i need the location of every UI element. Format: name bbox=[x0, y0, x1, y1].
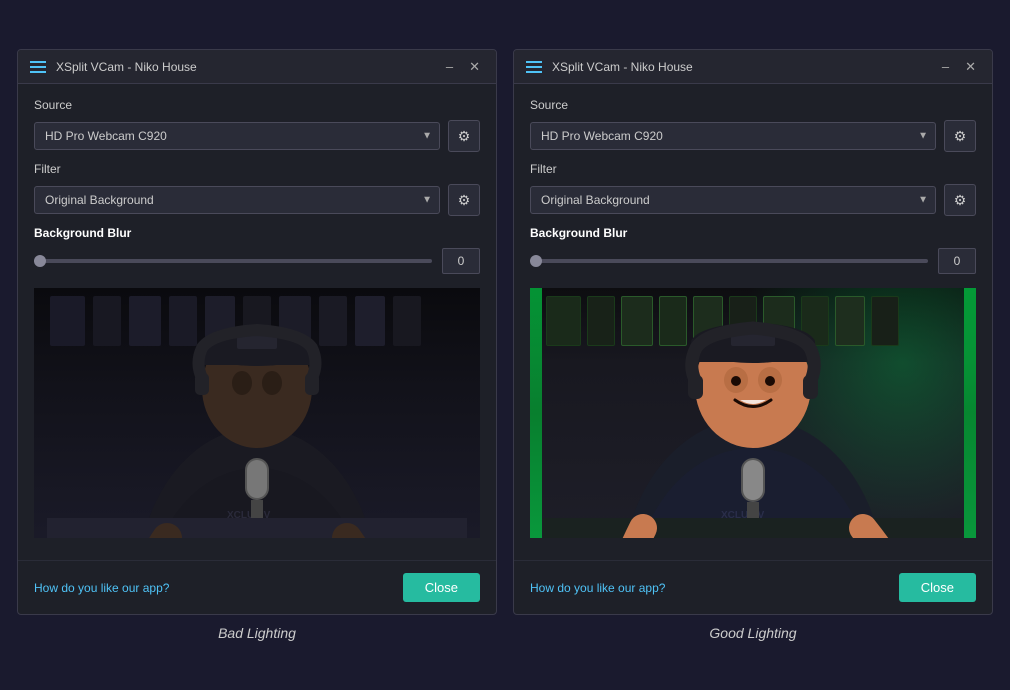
blur-row-right: 0 bbox=[530, 248, 976, 274]
window-title-left: XSplit VCam - Niko House bbox=[56, 60, 432, 74]
filter-select-wrapper-left: Original Background Background Blur Virt… bbox=[34, 186, 440, 214]
blur-row-left: 0 bbox=[34, 248, 480, 274]
filter-gear-button-right[interactable]: ⚙ bbox=[944, 184, 976, 216]
window-controls-left: – ✕ bbox=[442, 58, 484, 75]
panel-body-left: Source HD Pro Webcam C920 ▼ ⚙ Filter bbox=[18, 84, 496, 556]
source-gear-button-right[interactable]: ⚙ bbox=[944, 120, 976, 152]
title-bar-left: XSplit VCam - Niko House – ✕ bbox=[18, 50, 496, 84]
window-title-right: XSplit VCam - Niko House bbox=[552, 60, 928, 74]
source-section-left: Source HD Pro Webcam C920 ▼ ⚙ bbox=[34, 98, 480, 152]
close-window-button-right[interactable]: ✕ bbox=[961, 58, 980, 75]
caption-left-cell: Bad Lighting bbox=[17, 615, 497, 641]
source-label-left: Source bbox=[34, 98, 480, 112]
blur-label-left: Background Blur bbox=[34, 226, 480, 240]
caption-right-cell: Good Lighting bbox=[513, 615, 993, 641]
blur-section-right: Background Blur 0 bbox=[530, 226, 976, 274]
filter-label-left: Filter bbox=[34, 162, 480, 176]
filter-section-left: Filter Original Background Background Bl… bbox=[34, 162, 480, 216]
filter-row-right: Original Background Background Blur Virt… bbox=[530, 184, 976, 216]
right-panel: XSplit VCam - Niko House – ✕ Source HD P… bbox=[513, 49, 993, 615]
filter-gear-button-left[interactable]: ⚙ bbox=[448, 184, 480, 216]
source-select-right[interactable]: HD Pro Webcam C920 bbox=[530, 122, 936, 150]
captions-row: Bad Lighting Good Lighting bbox=[17, 615, 993, 641]
source-label-right: Source bbox=[530, 98, 976, 112]
person-bright: XCLUSIV EARLY bbox=[530, 288, 976, 538]
window-controls-right: – ✕ bbox=[938, 58, 980, 75]
source-section-right: Source HD Pro Webcam C920 ▼ ⚙ bbox=[530, 98, 976, 152]
scene-dark: XCLUSIV EARLY bbox=[34, 288, 480, 538]
blur-value-right: 0 bbox=[938, 248, 976, 274]
menu-icon-left[interactable] bbox=[30, 61, 46, 73]
filter-select-right[interactable]: Original Background Background Blur Virt… bbox=[530, 186, 936, 214]
close-button-right[interactable]: Close bbox=[899, 573, 976, 602]
source-row-left: HD Pro Webcam C920 ▼ ⚙ bbox=[34, 120, 480, 152]
caption-right: Good Lighting bbox=[513, 625, 993, 641]
video-area-left: XCLUSIV EARLY bbox=[34, 288, 480, 538]
blur-value-left: 0 bbox=[442, 248, 480, 274]
filter-section-right: Filter Original Background Background Bl… bbox=[530, 162, 976, 216]
person-dark: XCLUSIV EARLY bbox=[34, 288, 480, 538]
scene-bright: XCLUSIV EARLY bbox=[530, 288, 976, 538]
menu-icon-right[interactable] bbox=[526, 61, 542, 73]
minimize-button-right[interactable]: – bbox=[938, 58, 953, 75]
caption-left: Bad Lighting bbox=[17, 625, 497, 641]
filter-select-left[interactable]: Original Background Background Blur Virt… bbox=[34, 186, 440, 214]
source-select-wrapper-left: HD Pro Webcam C920 ▼ bbox=[34, 122, 440, 150]
panel-body-right: Source HD Pro Webcam C920 ▼ ⚙ Filter bbox=[514, 84, 992, 556]
blur-section-left: Background Blur 0 bbox=[34, 226, 480, 274]
blur-label-right: Background Blur bbox=[530, 226, 976, 240]
panel-footer-right: How do you like our app? Close bbox=[514, 560, 992, 614]
source-row-right: HD Pro Webcam C920 ▼ ⚙ bbox=[530, 120, 976, 152]
blur-slider-right[interactable] bbox=[530, 259, 928, 263]
panel-footer-left: How do you like our app? Close bbox=[18, 560, 496, 614]
panels-container: XSplit VCam - Niko House – ✕ Source HD P… bbox=[17, 49, 993, 615]
source-gear-button-left[interactable]: ⚙ bbox=[448, 120, 480, 152]
source-select-left[interactable]: HD Pro Webcam C920 bbox=[34, 122, 440, 150]
minimize-button-left[interactable]: – bbox=[442, 58, 457, 75]
feedback-link-right[interactable]: How do you like our app? bbox=[530, 581, 665, 595]
filter-select-wrapper-right: Original Background Background Blur Virt… bbox=[530, 186, 936, 214]
close-window-button-left[interactable]: ✕ bbox=[465, 58, 484, 75]
left-panel: XSplit VCam - Niko House – ✕ Source HD P… bbox=[17, 49, 497, 615]
source-select-wrapper-right: HD Pro Webcam C920 ▼ bbox=[530, 122, 936, 150]
video-area-right: XCLUSIV EARLY bbox=[530, 288, 976, 538]
feedback-link-left[interactable]: How do you like our app? bbox=[34, 581, 169, 595]
blur-slider-left[interactable] bbox=[34, 259, 432, 263]
close-button-left[interactable]: Close bbox=[403, 573, 480, 602]
title-bar-right: XSplit VCam - Niko House – ✕ bbox=[514, 50, 992, 84]
filter-label-right: Filter bbox=[530, 162, 976, 176]
filter-row-left: Original Background Background Blur Virt… bbox=[34, 184, 480, 216]
